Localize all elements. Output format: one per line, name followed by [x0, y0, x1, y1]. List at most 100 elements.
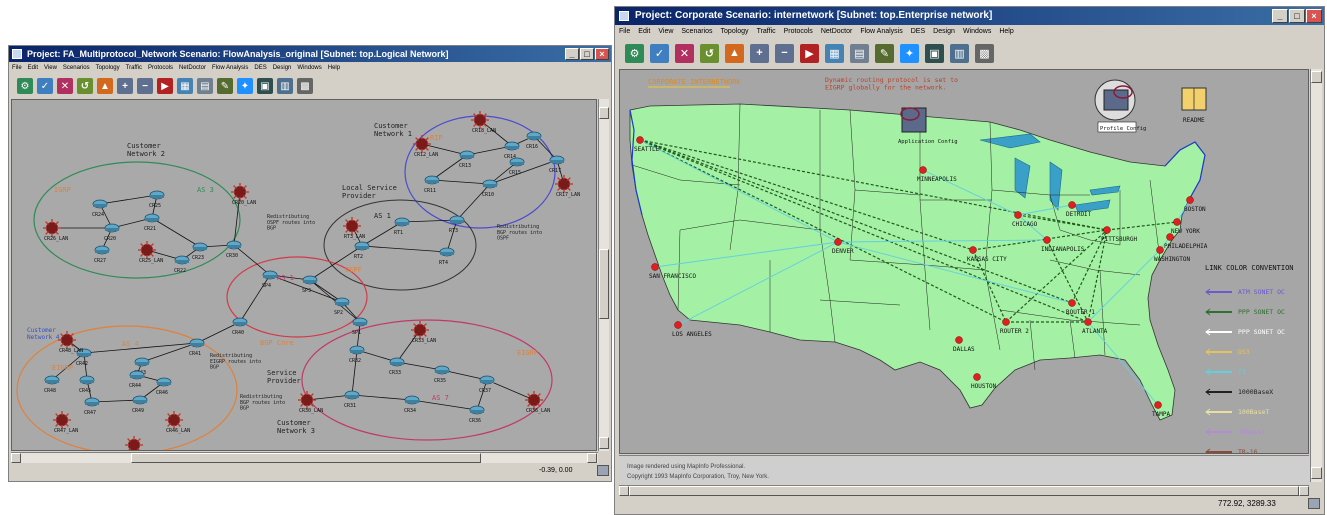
network-node[interactable]: CR47: [84, 397, 100, 416]
menu-file[interactable]: File: [12, 62, 22, 74]
menu-topology[interactable]: Topology: [721, 25, 749, 39]
export-icon[interactable]: ✎: [217, 78, 233, 94]
menu-des[interactable]: DES: [911, 25, 925, 39]
network-node[interactable]: CR20_LAN: [231, 183, 256, 206]
network-icon[interactable]: ✦: [900, 43, 919, 63]
zoom-out-icon[interactable]: −: [137, 78, 153, 94]
hide-graphs-icon[interactable]: ▤: [850, 43, 869, 63]
network-node[interactable]: CR33: [389, 357, 405, 376]
maximize-button[interactable]: □: [1289, 9, 1305, 23]
menu-traffic[interactable]: Traffic: [757, 25, 776, 39]
network-node[interactable]: CR40: [232, 317, 248, 336]
menu-topology[interactable]: Topology: [96, 62, 120, 74]
network-link[interactable]: [151, 217, 201, 248]
network-node[interactable]: CR31: [344, 390, 360, 409]
network-node[interactable]: CR25: [149, 190, 165, 209]
title-bar[interactable]: Project: FA_Multiprotocol_Network Scenar…: [9, 46, 611, 62]
config-sim-icon[interactable]: ▶: [800, 43, 819, 63]
network-node[interactable]: CR25_LAN: [138, 241, 163, 264]
menu-view[interactable]: View: [44, 62, 57, 74]
network-node[interactable]: CR13: [459, 150, 475, 169]
network-node[interactable]: CR26_LAN: [43, 219, 68, 242]
network-node[interactable]: RT3_LAN: [343, 217, 365, 240]
scroll-left-button[interactable]: [11, 453, 21, 463]
menu-design[interactable]: Design: [273, 62, 292, 74]
network-node[interactable]: CR48: [44, 375, 60, 394]
menu-flow-analysis[interactable]: Flow Analysis: [212, 62, 248, 74]
close-button[interactable]: ×: [595, 48, 609, 60]
readme-object[interactable]: README: [1181, 87, 1207, 124]
network-node[interactable]: CR35: [434, 365, 450, 384]
menu-netdoctor[interactable]: NetDoctor: [821, 25, 853, 39]
network-node[interactable]: CR17: [549, 155, 565, 174]
network-node[interactable]: CR37: [479, 375, 495, 394]
network-link[interactable]: [456, 183, 491, 221]
menu-netdoctor[interactable]: NetDoctor: [179, 62, 206, 74]
network-link[interactable]: [233, 244, 271, 276]
scroll-up-button[interactable]: [599, 107, 609, 119]
network-node[interactable]: CR49: [132, 395, 148, 414]
network-link[interactable]: [361, 245, 448, 253]
network-link[interactable]: [486, 379, 535, 401]
network-node[interactable]: CR34: [404, 395, 420, 414]
network-link[interactable]: [351, 349, 358, 396]
network-node[interactable]: CR40_LAN: [125, 436, 150, 451]
status-bar-icon[interactable]: [1308, 498, 1320, 509]
network-node[interactable]: CR46: [156, 377, 172, 396]
report-icon[interactable]: ▣: [925, 43, 944, 63]
open-palette-icon[interactable]: ⚙: [625, 43, 644, 63]
scroll-down-button[interactable]: [1311, 467, 1322, 479]
network-link[interactable]: [351, 394, 413, 401]
profile-config-object[interactable]: Profile Config: [1094, 79, 1146, 133]
close-button[interactable]: ×: [1306, 9, 1322, 23]
fail-node-icon[interactable]: ✕: [675, 43, 694, 63]
menu-windows[interactable]: Windows: [297, 62, 321, 74]
network-node[interactable]: CR18_LAN: [471, 111, 496, 134]
network-icon[interactable]: ✦: [237, 78, 253, 94]
menu-view[interactable]: View: [658, 25, 673, 39]
report-icon[interactable]: ▣: [257, 78, 273, 94]
network-node[interactable]: CR11: [424, 175, 440, 194]
menu-des[interactable]: DES: [254, 62, 266, 74]
vertical-scroll-thumb[interactable]: [599, 249, 609, 319]
zoom-out-icon[interactable]: −: [775, 43, 794, 63]
menu-protocols[interactable]: Protocols: [148, 62, 173, 74]
view-results-icon[interactable]: ▦: [177, 78, 193, 94]
table-icon[interactable]: ▥: [950, 43, 969, 63]
network-link[interactable]: [83, 342, 198, 354]
menu-scenarios[interactable]: Scenarios: [63, 62, 90, 74]
network-node[interactable]: RT4: [439, 247, 455, 266]
network-node[interactable]: CR46_LAN: [165, 411, 190, 434]
return-parent-icon[interactable]: ▲: [725, 43, 744, 63]
fail-node-icon[interactable]: ✕: [57, 78, 73, 94]
scroll-right-button[interactable]: [1299, 486, 1309, 496]
recover-node-icon[interactable]: ↺: [77, 78, 93, 94]
menu-windows[interactable]: Windows: [963, 25, 991, 39]
menu-help[interactable]: Help: [328, 62, 340, 74]
menu-protocols[interactable]: Protocols: [784, 25, 813, 39]
check-links-icon[interactable]: ✓: [650, 43, 669, 63]
scroll-left-button[interactable]: [619, 486, 629, 496]
network-node[interactable]: CR20: [104, 223, 120, 242]
menu-scenarios[interactable]: Scenarios: [681, 25, 712, 39]
network-node[interactable]: CR30_LAN: [298, 391, 323, 414]
vertical-scrollbar[interactable]: [598, 99, 609, 451]
network-link[interactable]: [431, 179, 491, 185]
minimize-button[interactable]: _: [1272, 9, 1288, 23]
network-node[interactable]: CR23: [192, 242, 208, 261]
hide-graphs-icon[interactable]: ▤: [197, 78, 213, 94]
network-node[interactable]: CR21: [144, 213, 160, 232]
network-node[interactable]: CR33_LAN: [411, 321, 436, 344]
network-node[interactable]: CR44: [129, 370, 145, 389]
grid-icon[interactable]: ▩: [975, 43, 994, 63]
network-link[interactable]: [446, 219, 458, 253]
network-node[interactable]: RT2: [354, 241, 370, 260]
network-node[interactable]: CR36: [469, 405, 485, 424]
network-node[interactable]: RT1: [394, 217, 410, 236]
network-link[interactable]: [401, 219, 458, 223]
horizontal-scroll-thumb[interactable]: [131, 453, 481, 463]
scroll-down-button[interactable]: [599, 437, 609, 449]
network-node[interactable]: CR24: [92, 199, 108, 218]
maximize-button[interactable]: □: [580, 48, 594, 60]
open-palette-icon[interactable]: ⚙: [17, 78, 33, 94]
